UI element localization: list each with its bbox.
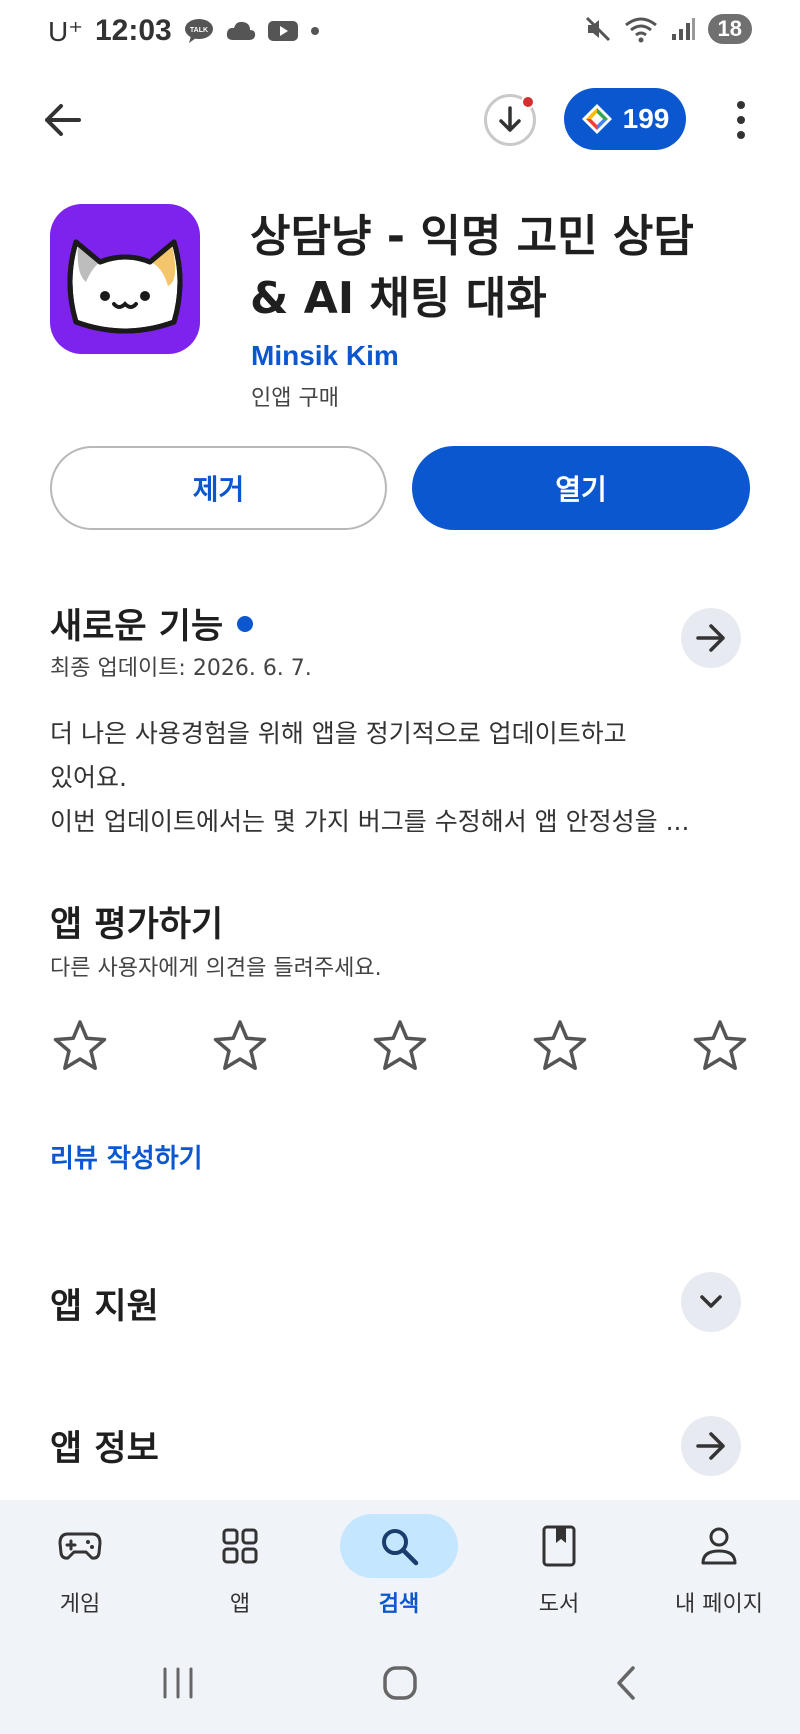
svg-text:TALK: TALK [190, 27, 208, 34]
recent-apps-icon [163, 1667, 193, 1699]
apps-grid-icon [222, 1528, 258, 1564]
app-title-line1: 상담냥 - 익명 고민 상담 [250, 211, 694, 262]
kakaotalk-icon: TALK [184, 19, 213, 43]
whats-new-body: 더 나은 사용경험을 위해 앱을 정기적으로 업데이트하고 있어요. 이번 업데… [50, 712, 750, 844]
star-2-button[interactable] [210, 1016, 270, 1076]
book-icon [542, 1525, 576, 1567]
arrow-forward-icon [696, 1432, 725, 1460]
star-4-button[interactable] [530, 1016, 590, 1076]
whats-new-arrow-button[interactable] [681, 608, 741, 668]
nav-item-books[interactable]: 도서 [489, 1514, 629, 1624]
bottom-navigation: 게임 앱 검색 도서 내 페이지 [0, 1500, 800, 1632]
youtube-icon [267, 21, 298, 41]
write-review-link[interactable]: 리뷰 작성하기 [50, 1138, 203, 1175]
back-button[interactable] [34, 92, 90, 148]
star-1-button[interactable] [50, 1016, 110, 1076]
home-icon [383, 1666, 417, 1700]
cloud-icon [226, 21, 255, 40]
status-bar: U⁺ 12:03 TALK 18 [0, 0, 800, 64]
open-button[interactable]: 열기 [412, 446, 750, 530]
person-icon [701, 1527, 737, 1565]
mute-icon [585, 16, 610, 42]
download-arrow-icon [499, 106, 521, 132]
cat-face-icon [67, 239, 183, 334]
star-outline-icon [213, 1020, 267, 1070]
star-outline-icon [53, 1020, 107, 1070]
top-app-bar: 199 [0, 80, 800, 160]
rate-app-subtitle: 다른 사용자에게 의견을 들려주세요. [50, 956, 382, 981]
recent-apps-button[interactable] [148, 1658, 208, 1708]
battery-indicator: 18 [707, 14, 752, 44]
whats-new-title: 새로운 기능 [50, 607, 224, 647]
search-icon [382, 1529, 419, 1566]
clock: 12:03 [95, 14, 172, 47]
star-rating [50, 1016, 750, 1076]
arrow-forward-icon [696, 624, 725, 652]
app-title: 상담냥 - 익명 고민 상담 & AI 채팅 대화 [250, 206, 770, 330]
chevron-left-icon [617, 1666, 635, 1700]
system-back-button[interactable] [596, 1658, 656, 1708]
chevron-down-icon [700, 1295, 722, 1308]
app-title-line2: & AI 채팅 대화 [250, 273, 547, 324]
nav-item-apps[interactable]: 앱 [170, 1514, 310, 1624]
star-3-button[interactable] [370, 1016, 430, 1076]
star-outline-icon [373, 1020, 427, 1070]
star-5-button[interactable] [690, 1016, 750, 1076]
whats-new-line: 더 나은 사용경험을 위해 앱을 정기적으로 업데이트하고 [50, 719, 627, 748]
play-points-button[interactable]: 199 [564, 88, 686, 150]
last-updated-text: 최종 업데이트: 2026. 6. 7. [50, 656, 312, 681]
signal-icon [671, 18, 695, 40]
wifi-icon [624, 17, 657, 43]
new-indicator-dot [237, 616, 254, 632]
more-vert-icon [737, 101, 745, 109]
home-button[interactable] [370, 1658, 430, 1708]
nav-item-games[interactable]: 게임 [10, 1514, 150, 1624]
nav-label: 게임 [59, 1592, 101, 1617]
app-info-title: 앱 정보 [50, 1429, 159, 1469]
whats-new-line: 있어요. [50, 763, 127, 792]
app-info-arrow-button[interactable] [681, 1416, 741, 1476]
developer-link[interactable]: Minsik Kim [251, 340, 399, 372]
nav-active-indicator [340, 1514, 458, 1578]
rate-app-title: 앱 평가하기 [50, 905, 224, 945]
carrier-label: U⁺ [48, 15, 83, 47]
notification-dot-icon [310, 27, 319, 35]
app-support-title: 앱 지원 [50, 1287, 159, 1327]
downloads-button[interactable] [484, 94, 536, 146]
system-navigation-bar [0, 1632, 800, 1734]
nav-label: 도서 [538, 1592, 580, 1617]
star-outline-icon [693, 1020, 747, 1070]
app-icon [50, 204, 200, 354]
nav-item-my-page[interactable]: 내 페이지 [649, 1514, 789, 1624]
whats-new-line: 이번 업데이트에서는 몇 가지 버그를 수정해서 앱 안정성을 ... [50, 807, 690, 836]
whats-new-header[interactable]: 새로운 기능 [50, 598, 254, 649]
star-outline-icon [533, 1020, 587, 1070]
in-app-purchase-note: 인앱 구매 [251, 386, 339, 411]
uninstall-button[interactable]: 제거 [50, 446, 387, 530]
play-points-diamond-icon [581, 104, 612, 134]
nav-item-search[interactable]: 검색 [329, 1514, 469, 1624]
more-options-button[interactable] [726, 92, 756, 148]
nav-label: 내 페이지 [675, 1592, 763, 1617]
nav-label: 앱 [229, 1592, 251, 1617]
arrow-back-icon [45, 104, 81, 136]
play-points-count: 199 [622, 103, 670, 134]
nav-label: 검색 [378, 1592, 420, 1617]
app-support-expand-button[interactable] [681, 1272, 741, 1332]
gamepad-icon [58, 1532, 102, 1560]
update-badge-dot [521, 95, 535, 109]
